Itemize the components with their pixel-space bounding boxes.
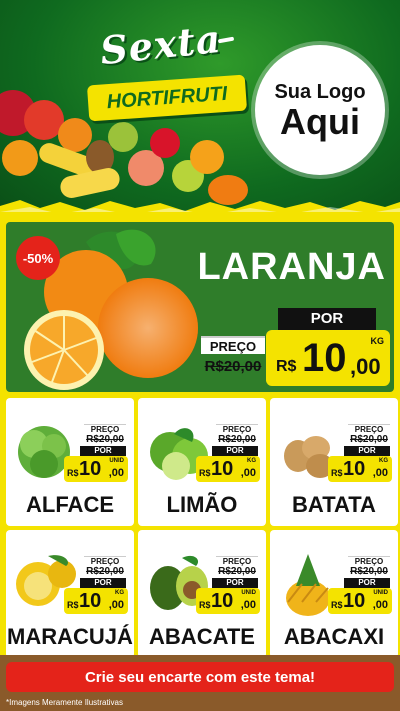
currency: R$ (331, 468, 343, 478)
price-box: UNID R$ 10 ,00 (196, 588, 260, 614)
price-box: KG R$ 10 ,00 (196, 456, 260, 482)
product-name: ABACAXI (283, 624, 385, 649)
currency: R$ (199, 468, 211, 478)
preco-label: PREÇO (216, 424, 258, 434)
price-unit: UNID (109, 458, 124, 464)
currency: R$ (276, 358, 297, 375)
old-price: R$20,00 (218, 434, 256, 445)
por-label: POR (80, 578, 126, 588)
old-price: R$20,00 (350, 566, 388, 577)
discount-badge: -50% (16, 236, 60, 280)
price-box: KG R$ 10 ,00 (328, 456, 392, 482)
currency: R$ (199, 600, 211, 610)
price-int: 10 (343, 590, 366, 612)
price-box: KG R$ 10 ,00 (64, 588, 128, 614)
price-unit: KG (115, 590, 124, 596)
header: Sexta HORTIFRUTI Sua Logo Aqui (0, 0, 400, 212)
old-price: R$20,00 (350, 434, 388, 445)
price-box: UNID R$ 10 ,00 (64, 456, 128, 482)
product-name: LARANJA (197, 246, 386, 288)
price-unit: UNID (373, 590, 388, 596)
product-card[interactable]: PREÇO R$20,00 POR KG R$ 10 ,00 BATATA (270, 398, 398, 526)
price-unit: KG (379, 458, 388, 464)
por-label: POR (344, 578, 390, 588)
preco-label: PREÇO (84, 424, 126, 434)
por-label: POR (344, 446, 390, 456)
product-card[interactable]: PREÇO R$20,00 POR UNID R$ 10 ,00 ABACAXI (270, 530, 398, 658)
price-dec: ,00 (108, 467, 124, 479)
preco-label: PREÇO (201, 336, 265, 354)
currency: R$ (67, 600, 79, 610)
product-card[interactable]: PREÇO R$20,00 POR UNID R$ 10 ,00 ALFACE (6, 398, 134, 526)
header-banner: HORTIFRUTI (86, 74, 248, 122)
old-price: R$20,00 (86, 434, 124, 445)
old-price: R$20,00 (86, 566, 124, 577)
product-card[interactable]: PREÇO R$20,00 POR UNID R$ 10 ,00 ABACATE (138, 530, 266, 658)
product-name: MARACUJÁ (7, 624, 133, 649)
preco-label: PREÇO (216, 556, 258, 566)
por-label: POR (212, 446, 258, 456)
price-box: R$ 10 ,00 KG (266, 330, 390, 386)
logo-line2: Aqui (280, 100, 360, 142)
product-name: LIMÃO (166, 492, 238, 517)
preco-label: PREÇO (348, 556, 390, 566)
price-int: 10 (79, 458, 102, 480)
por-label: POR (80, 446, 126, 456)
header-title: Sexta (97, 15, 224, 74)
footnote: *Imagens Meramente Ilustrativas (6, 698, 123, 707)
price-dec: ,00 (240, 467, 256, 479)
price-dec: ,00 (372, 467, 388, 479)
logo-placeholder[interactable]: Sua Logo Aqui (255, 45, 385, 175)
product-name: ALFACE (26, 492, 114, 517)
price-int: 10 (343, 458, 366, 480)
old-price: R$20,00 (204, 358, 262, 375)
currency: R$ (67, 468, 79, 478)
price-unit: UNID (241, 590, 256, 596)
price-box: UNID R$ 10 ,00 (328, 588, 392, 614)
product-name: BATATA (292, 492, 376, 517)
por-label: POR (278, 308, 376, 330)
product-card[interactable]: PREÇO R$20,00 POR KG R$ 10 ,00 LIMÃO (138, 398, 266, 526)
price-dec: ,00 (372, 599, 388, 611)
price-dec: ,00 (108, 599, 124, 611)
price-int: 10 (211, 590, 234, 612)
price-unit: KG (247, 458, 256, 464)
cta-button[interactable]: Crie seu encarte com este tema! (6, 662, 394, 692)
price-unit: KG (370, 336, 385, 346)
torn-edge (0, 200, 400, 212)
price-int: 10 (79, 590, 102, 612)
price-int: 10 (211, 458, 234, 480)
price-int: 10 (302, 336, 347, 380)
price-dec: ,00 (350, 354, 381, 379)
product-card[interactable]: PREÇO R$20,00 POR KG R$ 10 ,00 MARACUJÁ (6, 530, 134, 658)
banner-label: HORTIFRUTI (105, 82, 228, 113)
currency: R$ (331, 600, 343, 610)
old-price: R$20,00 (218, 566, 256, 577)
product-name: ABACATE (149, 624, 255, 649)
featured-product[interactable]: -50% LARANJA PREÇO R$20,00 POR R$ 10 ,00… (6, 222, 394, 392)
por-label: POR (212, 578, 258, 588)
preco-label: PREÇO (348, 424, 390, 434)
preco-label: PREÇO (84, 556, 126, 566)
price-dec: ,00 (240, 599, 256, 611)
